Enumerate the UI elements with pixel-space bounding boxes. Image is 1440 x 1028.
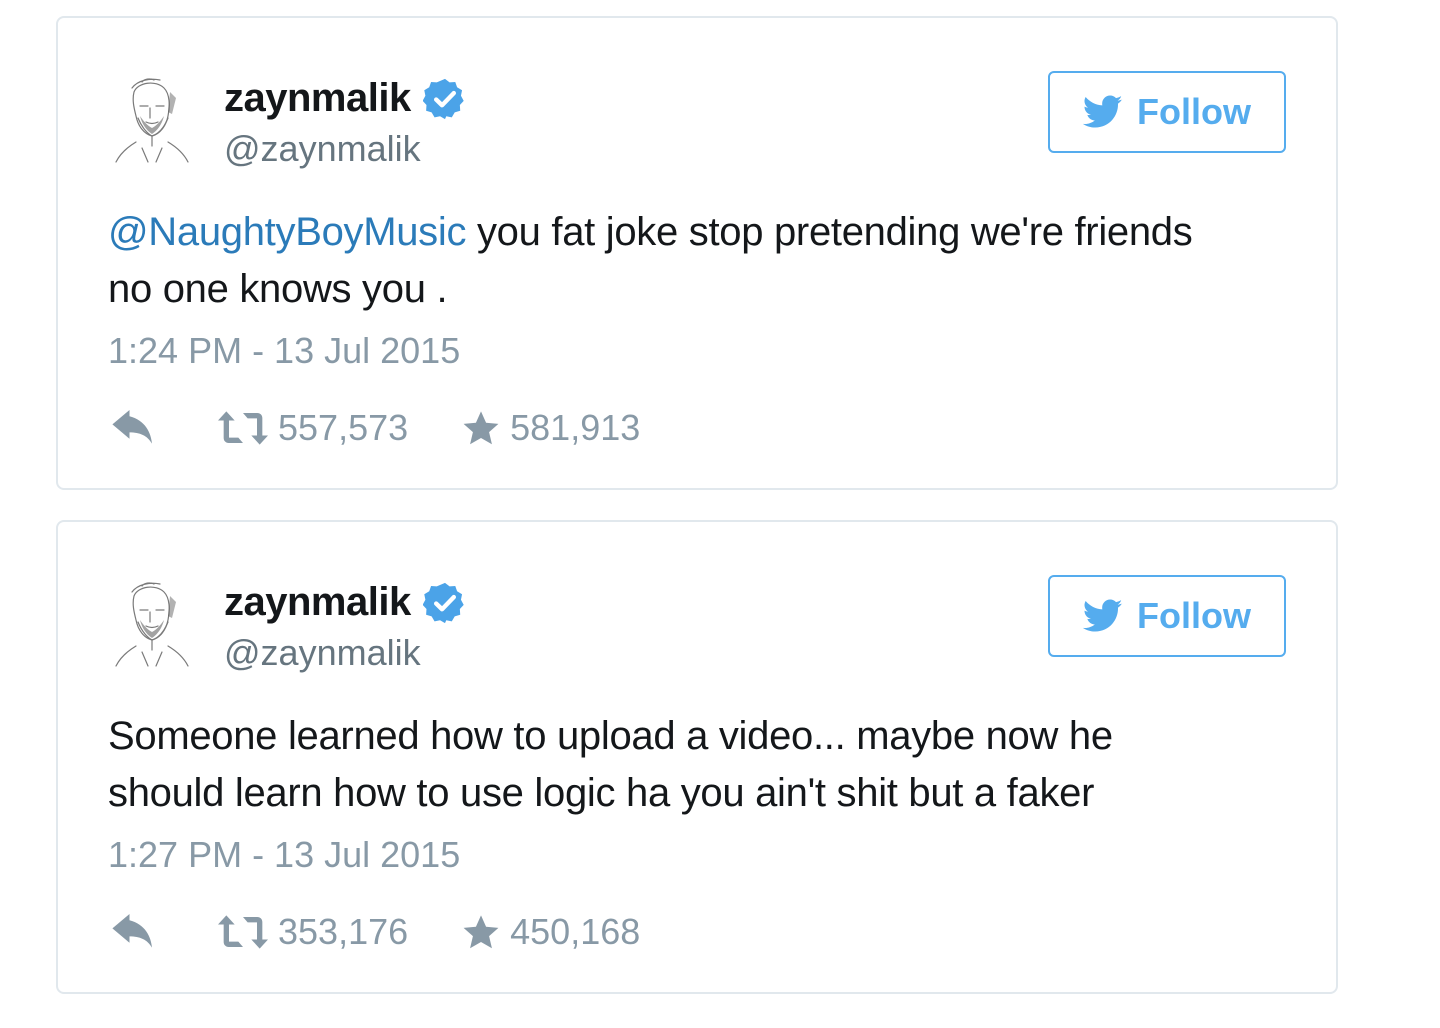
tweet-timestamp[interactable]: 1:24 PM - 13 Jul 2015 <box>108 330 460 372</box>
tweet-text-line2: no one knows you . <box>108 267 448 311</box>
user-handle[interactable]: @zaynmalik <box>224 632 421 674</box>
tweet-actions: 353,176 450,168 <box>112 910 640 954</box>
retweet-icon <box>218 915 268 949</box>
twitter-bird-icon <box>1083 599 1123 633</box>
star-icon <box>462 913 500 951</box>
display-name[interactable]: zaynmalik <box>224 580 467 625</box>
favorite-button[interactable]: 581,913 <box>462 407 640 449</box>
retweet-button[interactable]: 353,176 <box>218 911 408 953</box>
verified-badge-icon <box>423 77 467 121</box>
user-handle[interactable]: @zaynmalik <box>224 128 421 170</box>
verified-badge-icon <box>423 581 467 625</box>
reply-icon <box>112 914 156 950</box>
favorite-count: 581,913 <box>510 407 641 448</box>
follow-button[interactable]: Follow <box>1048 575 1286 657</box>
tweet-text: @NaughtyBoyMusic you fat joke stop prete… <box>108 204 1268 318</box>
favorite-button[interactable]: 450,168 <box>462 911 640 953</box>
avatar[interactable] <box>112 72 192 164</box>
avatar[interactable] <box>112 576 192 668</box>
retweet-button[interactable]: 557,573 <box>218 407 408 449</box>
tweet-text-line1: you fat joke stop pretending we're frien… <box>466 210 1193 254</box>
reply-button[interactable] <box>112 410 156 446</box>
tweet-card: zaynmalik @zaynmalik Follow Someone lear… <box>56 520 1338 994</box>
retweet-icon <box>218 411 268 445</box>
display-name-text[interactable]: zaynmalik <box>224 580 411 625</box>
tweet-text-line2: should learn how to use logic ha you ain… <box>108 771 1095 815</box>
tweet-card: zaynmalik @zaynmalik Follow @NaughtyBoyM… <box>56 16 1338 490</box>
tweet-actions: 557,573 581,913 <box>112 406 640 450</box>
reply-icon <box>112 410 156 446</box>
retweet-count: 557,573 <box>278 407 409 448</box>
reply-button[interactable] <box>112 914 156 950</box>
display-name-text[interactable]: zaynmalik <box>224 76 411 121</box>
tweet-text: Someone learned how to upload a video...… <box>108 708 1268 822</box>
star-icon <box>462 409 500 447</box>
follow-button[interactable]: Follow <box>1048 71 1286 153</box>
display-name[interactable]: zaynmalik <box>224 76 467 121</box>
mention-link[interactable]: @NaughtyBoyMusic <box>108 210 466 254</box>
tweet-text-line1: Someone learned how to upload a video...… <box>108 714 1113 758</box>
follow-label: Follow <box>1137 91 1251 132</box>
favorite-count: 450,168 <box>510 911 641 952</box>
tweet-timestamp[interactable]: 1:27 PM - 13 Jul 2015 <box>108 834 460 876</box>
retweet-count: 353,176 <box>278 911 409 952</box>
twitter-bird-icon <box>1083 95 1123 129</box>
follow-label: Follow <box>1137 595 1251 636</box>
